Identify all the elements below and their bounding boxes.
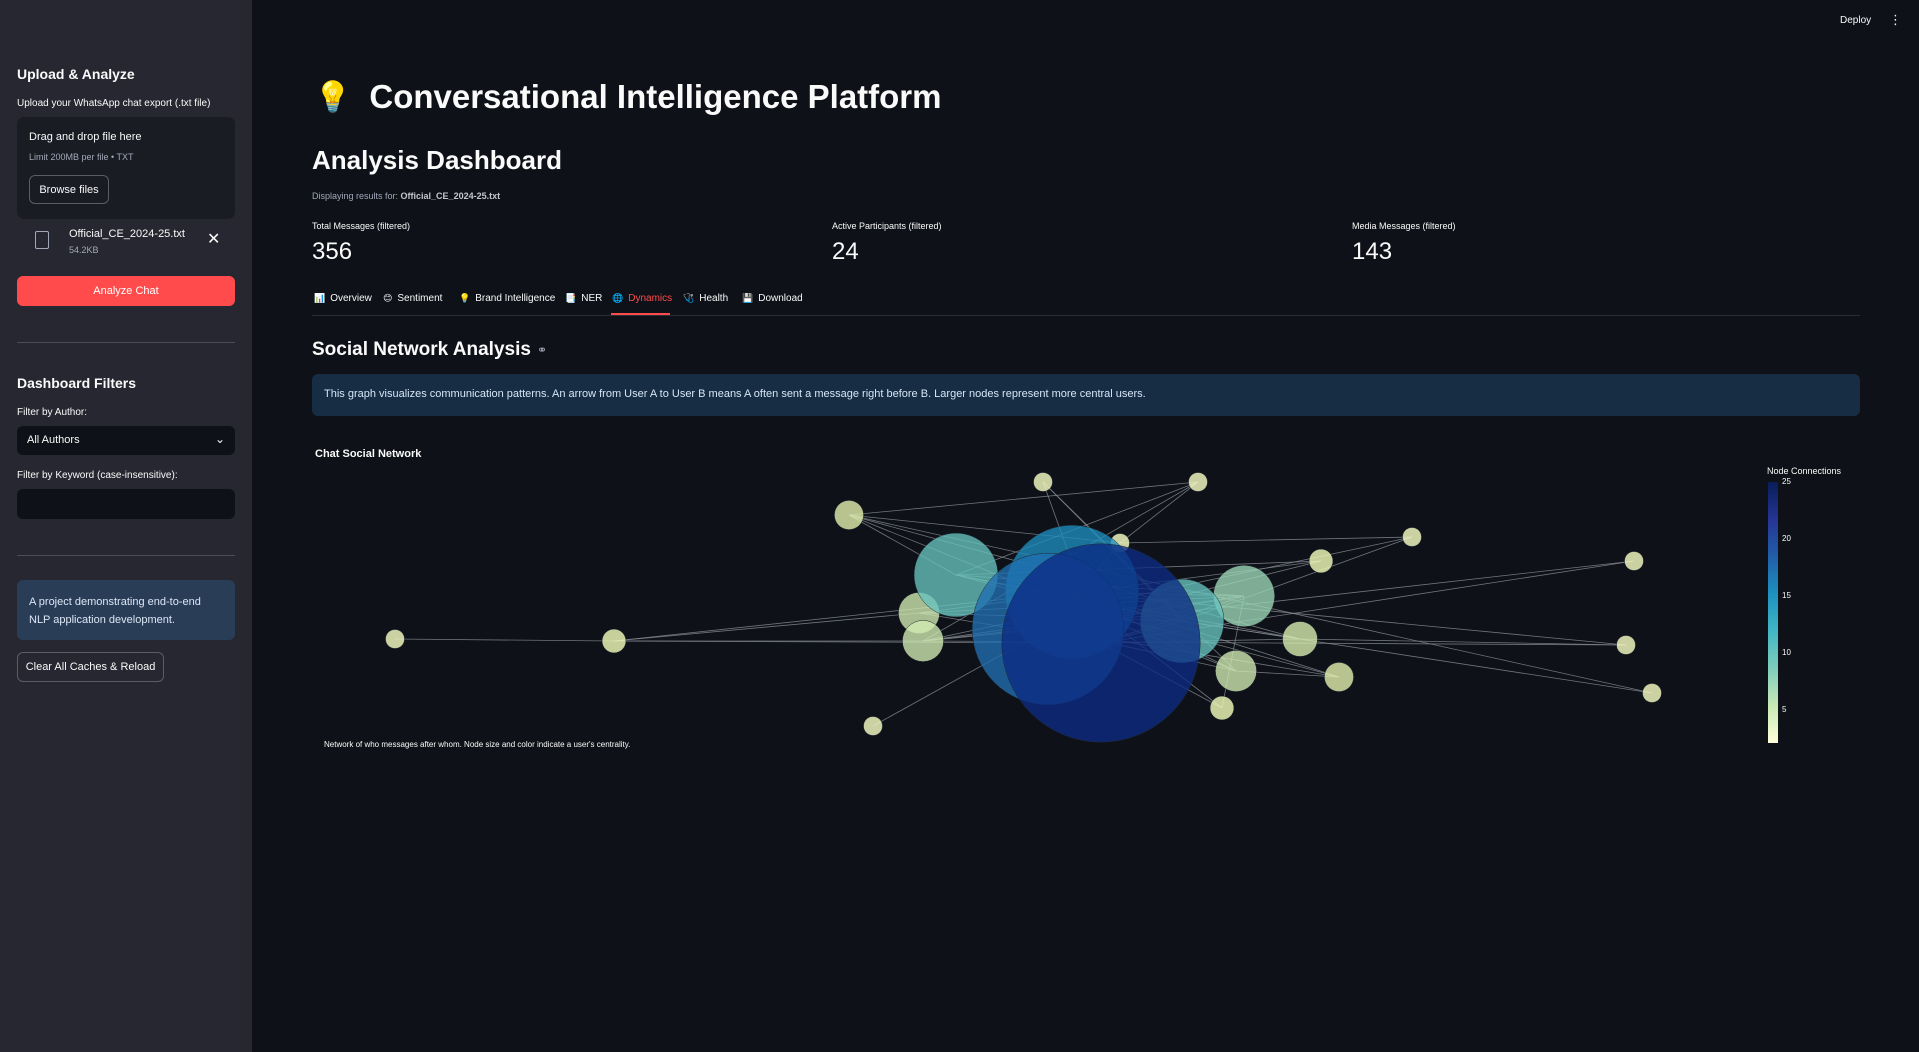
network-graph[interactable] xyxy=(0,0,1919,1052)
colorbar-tick: 5 xyxy=(1782,705,1787,714)
network-node[interactable] xyxy=(1033,472,1053,492)
network-node[interactable] xyxy=(1188,472,1208,492)
network-node[interactable] xyxy=(1209,695,1235,721)
colorbar-tick: 15 xyxy=(1782,591,1791,600)
colorbar-tick: 20 xyxy=(1782,534,1791,543)
network-node[interactable] xyxy=(863,716,883,736)
network-node[interactable] xyxy=(834,500,864,530)
network-node[interactable] xyxy=(1402,527,1422,547)
network-nodes xyxy=(385,472,1662,743)
colorbar xyxy=(1768,482,1778,743)
network-node[interactable] xyxy=(1616,635,1636,655)
network-node[interactable] xyxy=(1282,621,1318,657)
colorbar-tick: 25 xyxy=(1782,477,1791,486)
network-node[interactable] xyxy=(902,620,944,662)
network-edge xyxy=(848,481,1199,516)
chart-annotation: Network of who messages after whom. Node… xyxy=(324,740,631,749)
network-node[interactable] xyxy=(1215,650,1257,692)
network-node[interactable] xyxy=(601,628,627,654)
network-edge xyxy=(1119,536,1413,544)
network-edge xyxy=(394,638,615,642)
network-node[interactable] xyxy=(1308,548,1334,574)
network-edge xyxy=(1119,481,1199,544)
network-node[interactable] xyxy=(1624,551,1644,571)
colorbar-title: Node Connections xyxy=(1767,466,1842,476)
network-node[interactable] xyxy=(385,629,405,649)
network-node[interactable] xyxy=(1642,683,1662,703)
network-node[interactable] xyxy=(1324,662,1354,692)
network-edge xyxy=(613,612,920,642)
colorbar-tick: 10 xyxy=(1782,648,1791,657)
network-node[interactable] xyxy=(1001,543,1201,743)
